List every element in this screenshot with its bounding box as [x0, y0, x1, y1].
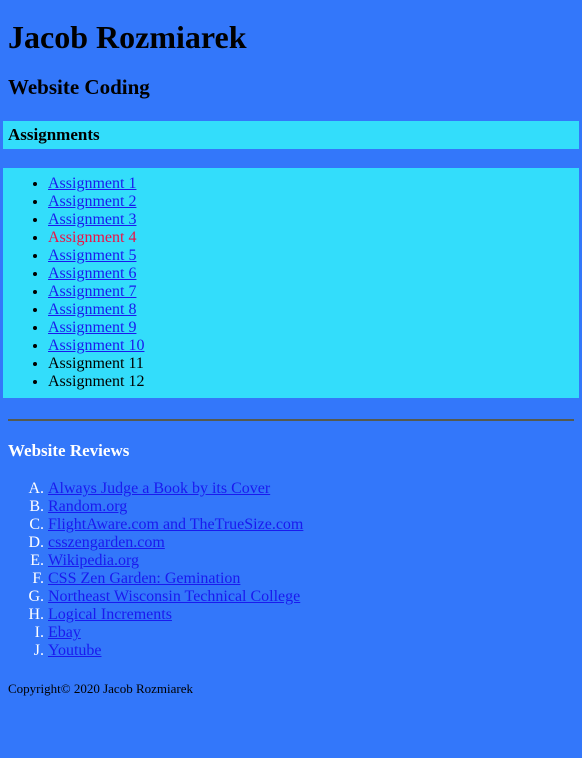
assignment-list-item[interactable]: Assignment 4	[48, 229, 579, 247]
review-list-item[interactable]: csszengarden.com	[48, 534, 574, 552]
page-title: Jacob Rozmiarek	[8, 19, 247, 55]
review-link-7[interactable]: Northeast Wisconsin Technical College	[48, 588, 300, 605]
assignment-link-2[interactable]: Assignment 2	[48, 193, 136, 210]
review-link-4[interactable]: csszengarden.com	[48, 534, 165, 551]
assignment-link-1[interactable]: Assignment 1	[48, 175, 136, 192]
assignment-list-item[interactable]: Assignment 1	[48, 175, 579, 193]
assignment-link-5[interactable]: Assignment 5	[48, 247, 136, 264]
review-list-item[interactable]: Northeast Wisconsin Technical College	[48, 588, 574, 606]
assignment-list-item[interactable]: Assignment 10	[48, 337, 579, 355]
assignment-link-7[interactable]: Assignment 7	[48, 283, 136, 300]
assignment-list-item: Assignment 11	[48, 355, 579, 373]
review-list-item[interactable]: Logical Increments	[48, 606, 574, 624]
assignment-link-3[interactable]: Assignment 3	[48, 211, 136, 228]
review-list-item[interactable]: Youtube	[48, 642, 574, 660]
review-list-item[interactable]: Ebay	[48, 624, 574, 642]
assignment-link-9[interactable]: Assignment 9	[48, 319, 136, 336]
copyright-notice: Copyright© 2020 Jacob Rozmiarek	[8, 681, 193, 697]
website-reviews-list: Always Judge a Book by its CoverRandom.o…	[8, 480, 574, 660]
assignment-list-item[interactable]: Assignment 8	[48, 301, 579, 319]
page-root: Jacob Rozmiarek Website Coding Assignmen…	[0, 19, 582, 697]
section-divider	[8, 418, 574, 421]
assignment-label-12: Assignment 12	[48, 372, 145, 390]
assignment-list-item: Assignment 12	[48, 373, 579, 391]
review-list-item[interactable]: Random.org	[48, 498, 574, 516]
assignment-link-10[interactable]: Assignment 10	[48, 337, 144, 354]
assignments-section-heading: Assignments	[8, 124, 100, 144]
assignment-list-item[interactable]: Assignment 9	[48, 319, 579, 337]
assignment-list-item[interactable]: Assignment 6	[48, 265, 579, 283]
assignment-link-8[interactable]: Assignment 8	[48, 301, 136, 318]
assignments-panel: Assignment 1Assignment 2Assignment 3Assi…	[3, 167, 579, 398]
assignments-list: Assignment 1Assignment 2Assignment 3Assi…	[3, 175, 579, 391]
assignment-link-4[interactable]: Assignment 4	[48, 229, 136, 246]
review-list-item[interactable]: Always Judge a Book by its Cover	[48, 480, 574, 498]
assignment-list-item[interactable]: Assignment 3	[48, 211, 579, 229]
review-list-item[interactable]: FlightAware.com and TheTrueSize.com	[48, 516, 574, 534]
review-link-1[interactable]: Always Judge a Book by its Cover	[48, 480, 270, 497]
assignment-label-11: Assignment 11	[48, 354, 144, 372]
review-link-3[interactable]: FlightAware.com and TheTrueSize.com	[48, 516, 303, 533]
review-link-10[interactable]: Youtube	[48, 642, 102, 659]
review-list-item[interactable]: Wikipedia.org	[48, 552, 574, 570]
page-subtitle: Website Coding	[8, 74, 150, 99]
assignment-link-6[interactable]: Assignment 6	[48, 265, 136, 282]
assignment-list-item[interactable]: Assignment 7	[48, 283, 579, 301]
assignments-section-bar: Assignments	[3, 120, 579, 149]
review-list-item[interactable]: CSS Zen Garden: Gemination	[48, 570, 574, 588]
review-link-5[interactable]: Wikipedia.org	[48, 552, 139, 569]
assignment-list-item[interactable]: Assignment 2	[48, 193, 579, 211]
reviews-section-heading: Website Reviews	[8, 440, 130, 460]
review-link-2[interactable]: Random.org	[48, 498, 127, 515]
assignment-list-item[interactable]: Assignment 5	[48, 247, 579, 265]
review-link-8[interactable]: Logical Increments	[48, 606, 172, 623]
review-link-9[interactable]: Ebay	[48, 624, 81, 641]
review-link-6[interactable]: CSS Zen Garden: Gemination	[48, 570, 240, 587]
